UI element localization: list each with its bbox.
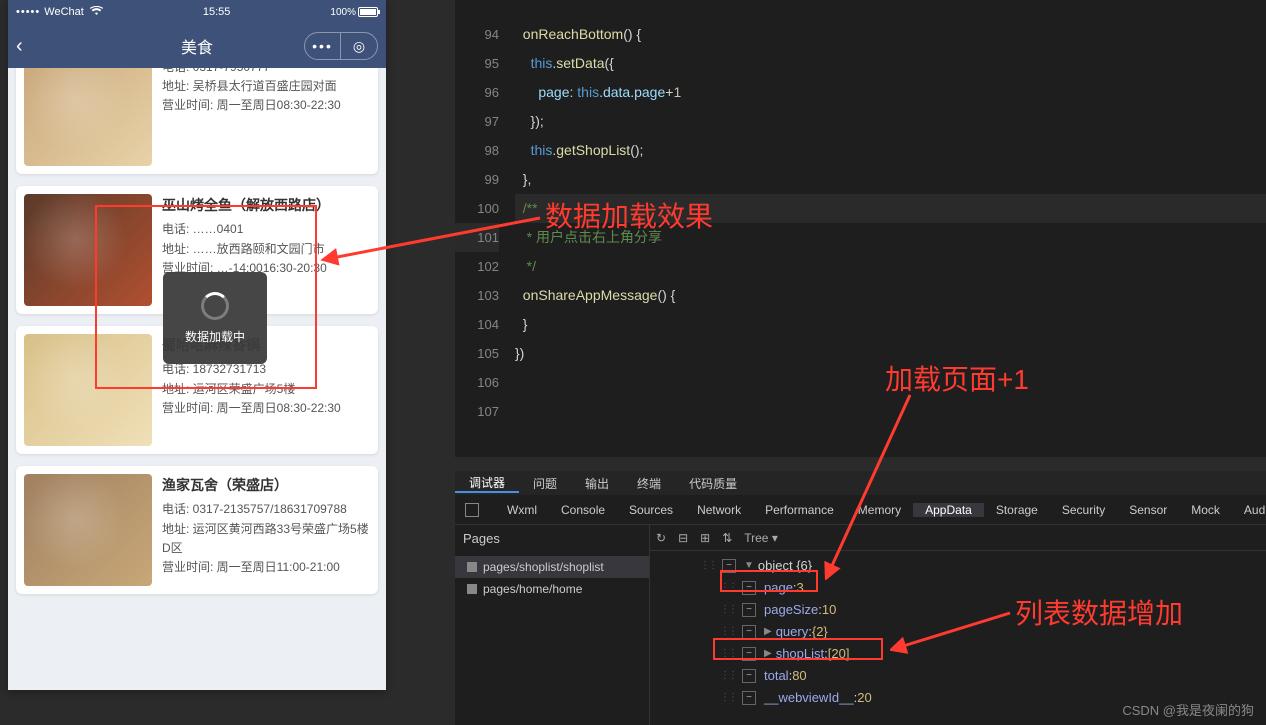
shop-thumb — [24, 68, 152, 166]
watermark: CSDN @我是夜阑的狗 — [1122, 700, 1254, 719]
shop-address: 地址: 吴桥县太行道百盛庄园对面 — [162, 77, 341, 96]
tree-root[interactable]: ⋮⋮−▼object {6} — [650, 555, 1266, 577]
page-item[interactable]: pages/shoplist/shoplist — [455, 556, 649, 578]
shop-info: 电话: 0317-7950777 地址: 吴桥县太行道百盛庄园对面 营业时间: … — [152, 68, 341, 166]
top-tab[interactable]: 输出 — [571, 475, 623, 492]
sub-tab[interactable]: Mock — [1179, 503, 1232, 517]
loading-toast: 数据加载中 — [163, 272, 267, 364]
appdata-toolbar[interactable]: ↻ ⊟ ⊞ ⇅ Tree ▾ — [650, 525, 1266, 551]
code-body[interactable]: onReachBottom() { this.setData({ page: t… — [515, 20, 1266, 368]
code-editor[interactable]: 949596979899100101102103104105106107 onR… — [455, 0, 1266, 457]
appdata-tree[interactable]: ⋮⋮−▼object {6}⋮⋮−page : 3⋮⋮−pageSize : 1… — [650, 551, 1266, 713]
tree-item[interactable]: ⋮⋮−total : 80 — [650, 665, 1266, 687]
nav-bar: ‹ 美食 ••• ◎ — [8, 24, 386, 68]
signal-dots: ••••• — [16, 6, 40, 18]
tree-tool[interactable]: ↻ — [656, 531, 666, 545]
sub-tab[interactable]: Security — [1050, 503, 1117, 517]
shop-address: 地址: 运河区荣盛广场5楼 — [162, 380, 341, 399]
top-tab[interactable]: 问题 — [519, 475, 571, 492]
loading-text: 数据加载中 — [185, 328, 245, 345]
battery-icon — [358, 7, 378, 17]
appdata-panel: ↻ ⊟ ⊞ ⇅ Tree ▾ ⋮⋮−▼object {6}⋮⋮−page : 3⋮⋮−p… — [650, 525, 1266, 725]
shop-thumb — [24, 474, 152, 586]
sub-tab[interactable]: Sources — [617, 503, 685, 517]
sub-tab[interactable]: Storage — [984, 503, 1050, 517]
sub-tab[interactable]: Memory — [846, 503, 913, 517]
shop-phone: 电话: 0317-2135757/18631709788 — [162, 500, 370, 519]
status-bar: ••••• WeChat 15:55 100% — [8, 0, 386, 24]
shop-hours: 营业时间: 周一至周日08:30-22:30 — [162, 96, 341, 115]
sub-tab[interactable]: Audits — [1232, 503, 1266, 517]
page-item[interactable]: pages/home/home — [455, 578, 649, 600]
tree-item[interactable]: ⋮⋮−page : 3 — [650, 577, 1266, 599]
top-tab[interactable]: 代码质量 — [675, 475, 751, 492]
tree-tool[interactable]: ⊞ — [700, 531, 710, 545]
shop-info: 渔家瓦舍（荣盛店） 电话: 0317-2135757/18631709788 地… — [152, 474, 370, 586]
sub-tab[interactable]: AppData — [913, 503, 984, 517]
top-tab[interactable]: 调试器 — [455, 474, 519, 493]
shop-name: 巫山烤全鱼（解放西路店） — [162, 194, 330, 216]
inspect-icon[interactable] — [465, 503, 479, 517]
devtools-sub-tabs[interactable]: WxmlConsoleSourcesNetworkPerformanceMemo… — [455, 495, 1266, 525]
sub-tab[interactable]: Performance — [753, 503, 846, 517]
shop-address: 地址: ……放西路颐和文园门市 — [162, 240, 330, 259]
battery-label: 100% — [330, 7, 356, 18]
sub-tab[interactable]: Sensor — [1117, 503, 1179, 517]
sub-tab[interactable]: Console — [549, 503, 617, 517]
shop-name: 渔家瓦舍（荣盛店） — [162, 474, 370, 496]
capsule-button[interactable]: ••• ◎ — [304, 32, 378, 60]
wifi-icon — [90, 6, 103, 19]
more-icon[interactable]: ••• — [305, 33, 341, 59]
tree-tool[interactable]: ⇅ — [722, 531, 732, 545]
sub-tab[interactable]: Wxml — [495, 503, 549, 517]
pages-panel: Pages pages/shoplist/shoplistpages/home/… — [455, 525, 650, 725]
shop-address: 地址: 运河区黄河西路33号荣盛广场5楼D区 — [162, 520, 370, 558]
shop-thumb — [24, 194, 152, 306]
clock-label: 15:55 — [103, 6, 331, 18]
shop-phone: 电话: ……0401 — [162, 220, 330, 239]
devtools-top-tabs[interactable]: 调试器问题输出终端代码质量 — [455, 471, 1266, 495]
sub-tab[interactable]: Network — [685, 503, 753, 517]
devtools-body: Pages pages/shoplist/shoplistpages/home/… — [455, 525, 1266, 725]
tree-item[interactable]: ⋮⋮−▶query : {2} — [650, 621, 1266, 643]
target-icon[interactable]: ◎ — [341, 33, 377, 59]
line-gutter: 949596979899100101102103104105106107 — [455, 0, 507, 426]
shop-hours: 营业时间: 周一至周日08:30-22:30 — [162, 399, 341, 418]
tree-item[interactable]: ⋮⋮−pageSize : 10 — [650, 599, 1266, 621]
tree-tool[interactable]: Tree ▾ — [744, 531, 778, 545]
tree-item[interactable]: ⋮⋮−▶shopList : [20] — [650, 643, 1266, 665]
shop-thumb — [24, 334, 152, 446]
tree-tool[interactable]: ⊟ — [678, 531, 688, 545]
shop-hours: 营业时间: 周一至周日11:00-21:00 — [162, 558, 370, 577]
shop-phone: 电话: 0317-7950777 — [162, 68, 341, 77]
pages-header: Pages — [455, 525, 649, 556]
spinner-icon — [201, 292, 229, 320]
top-tab[interactable]: 终端 — [623, 475, 675, 492]
shop-list[interactable]: 电话: 0317-7950777 地址: 吴桥县太行道百盛庄园对面 营业时间: … — [8, 68, 386, 690]
shop-card[interactable]: 渔家瓦舍（荣盛店） 电话: 0317-2135757/18631709788 地… — [16, 466, 378, 594]
phone-simulator: ••••• WeChat 15:55 100% ‹ 美食 ••• ◎ 电话: 0… — [8, 0, 386, 690]
shop-card[interactable]: 电话: 0317-7950777 地址: 吴桥县太行道百盛庄园对面 营业时间: … — [16, 68, 378, 174]
carrier-label: WeChat — [44, 6, 84, 18]
